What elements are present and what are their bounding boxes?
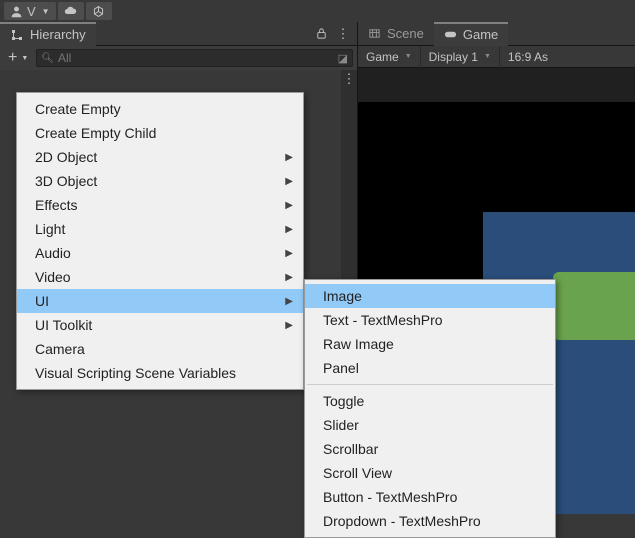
submenu-arrow-icon: ▶ xyxy=(285,176,293,187)
menu-item[interactable]: UI▶ xyxy=(17,289,303,313)
maximize-button[interactable] xyxy=(313,26,329,42)
panel-menu-button[interactable]: ⋮ xyxy=(341,70,357,84)
menu-item[interactable]: 3D Object▶ xyxy=(17,169,303,193)
menu-item[interactable]: 2D Object▶ xyxy=(17,145,303,169)
submenu-arrow-icon: ▶ xyxy=(285,248,293,259)
scene-object-green xyxy=(553,272,635,340)
submenu-arrow-icon: ▶ xyxy=(285,200,293,211)
game-icon xyxy=(444,28,457,41)
submenu-arrow-icon: ▶ xyxy=(285,320,293,331)
package-icon xyxy=(92,5,105,18)
menu-item[interactable]: Slider xyxy=(305,413,555,437)
plus-icon: + xyxy=(8,49,17,67)
scene-icon xyxy=(368,27,381,40)
search-mode-icon[interactable]: ◪ xyxy=(338,52,348,65)
lock-icon xyxy=(315,27,328,40)
menu-item[interactable]: Camera xyxy=(17,337,303,361)
submenu-arrow-icon: ▶ xyxy=(285,152,293,163)
menu-item[interactable]: Raw Image xyxy=(305,332,555,356)
menu-item[interactable]: Create Empty xyxy=(17,97,303,121)
menu-item[interactable]: Video▶ xyxy=(17,265,303,289)
search-icon: 🔍︎ xyxy=(41,53,54,64)
account-button[interactable]: V ▼ xyxy=(4,2,56,20)
submenu-arrow-icon: ▶ xyxy=(285,272,293,283)
user-icon xyxy=(10,5,23,18)
menu-item[interactable]: Scrollbar xyxy=(305,437,555,461)
menu-item[interactable]: Light▶ xyxy=(17,217,303,241)
panel-options-button[interactable]: ⋮ xyxy=(335,26,351,42)
ui-submenu: ImageText - TextMeshProRaw ImagePanel Tog… xyxy=(304,279,556,538)
tab-label: Scene xyxy=(387,26,424,41)
tab-label: Game xyxy=(463,27,498,42)
menu-item[interactable]: Effects▶ xyxy=(17,193,303,217)
tab-game[interactable]: Game xyxy=(434,22,508,46)
cloud-button[interactable] xyxy=(58,2,84,20)
more-icon: ⋮ xyxy=(337,30,350,38)
menu-item[interactable]: Image xyxy=(305,284,555,308)
chevron-down-icon: ▼ xyxy=(405,53,412,60)
menu-item[interactable]: Visual Scripting Scene Variables xyxy=(17,361,303,385)
hierarchy-toolbar: + ▼ 🔍︎ ◪ xyxy=(0,46,357,70)
menu-item[interactable]: Panel xyxy=(305,356,555,380)
menu-item[interactable]: Audio▶ xyxy=(17,241,303,265)
search-input[interactable] xyxy=(58,51,334,65)
package-button[interactable] xyxy=(86,2,112,20)
app-toolbar: V ▼ xyxy=(0,0,635,22)
game-toolbar: Game ▼ Display 1 ▼ 16:9 As xyxy=(358,46,635,68)
create-context-menu: Create EmptyCreate Empty Child2D Object▶… xyxy=(16,92,304,390)
chevron-down-icon: ▼ xyxy=(42,7,50,16)
menu-separator xyxy=(307,384,553,385)
search-box: 🔍︎ ◪ xyxy=(36,49,353,67)
display-dropdown[interactable]: Display 1 ▼ xyxy=(421,46,500,68)
menu-item[interactable]: UI Toolkit▶ xyxy=(17,313,303,337)
menu-item[interactable]: Create Empty Child xyxy=(17,121,303,145)
submenu-arrow-icon: ▶ xyxy=(285,296,293,307)
dropdown-value: Display 1 xyxy=(429,50,478,64)
game-mode-dropdown[interactable]: Game ▼ xyxy=(358,46,421,68)
dropdown-value: 16:9 As xyxy=(508,50,548,64)
menu-item[interactable]: Dropdown - TextMeshPro xyxy=(305,509,555,533)
menu-item[interactable]: Toggle xyxy=(305,389,555,413)
hierarchy-icon xyxy=(10,28,24,42)
tab-hierarchy[interactable]: Hierarchy xyxy=(0,22,96,46)
view-tabs: Scene Game xyxy=(358,22,635,46)
menu-item[interactable]: Button - TextMeshPro xyxy=(305,485,555,509)
account-label: V xyxy=(27,4,36,19)
menu-item[interactable]: Text - TextMeshPro xyxy=(305,308,555,332)
chevron-down-icon: ▼ xyxy=(484,53,491,60)
tab-scene[interactable]: Scene xyxy=(358,22,434,46)
submenu-arrow-icon: ▶ xyxy=(285,224,293,235)
create-dropdown-button[interactable]: + ▼ xyxy=(4,49,32,67)
hierarchy-tabs: Hierarchy ⋮ xyxy=(0,22,357,46)
aspect-dropdown[interactable]: 16:9 As xyxy=(500,46,556,68)
dropdown-value: Game xyxy=(366,50,399,64)
tab-label: Hierarchy xyxy=(30,27,86,42)
chevron-down-icon: ▼ xyxy=(21,55,28,62)
menu-item[interactable]: Scroll View xyxy=(305,461,555,485)
cloud-icon xyxy=(64,5,77,18)
